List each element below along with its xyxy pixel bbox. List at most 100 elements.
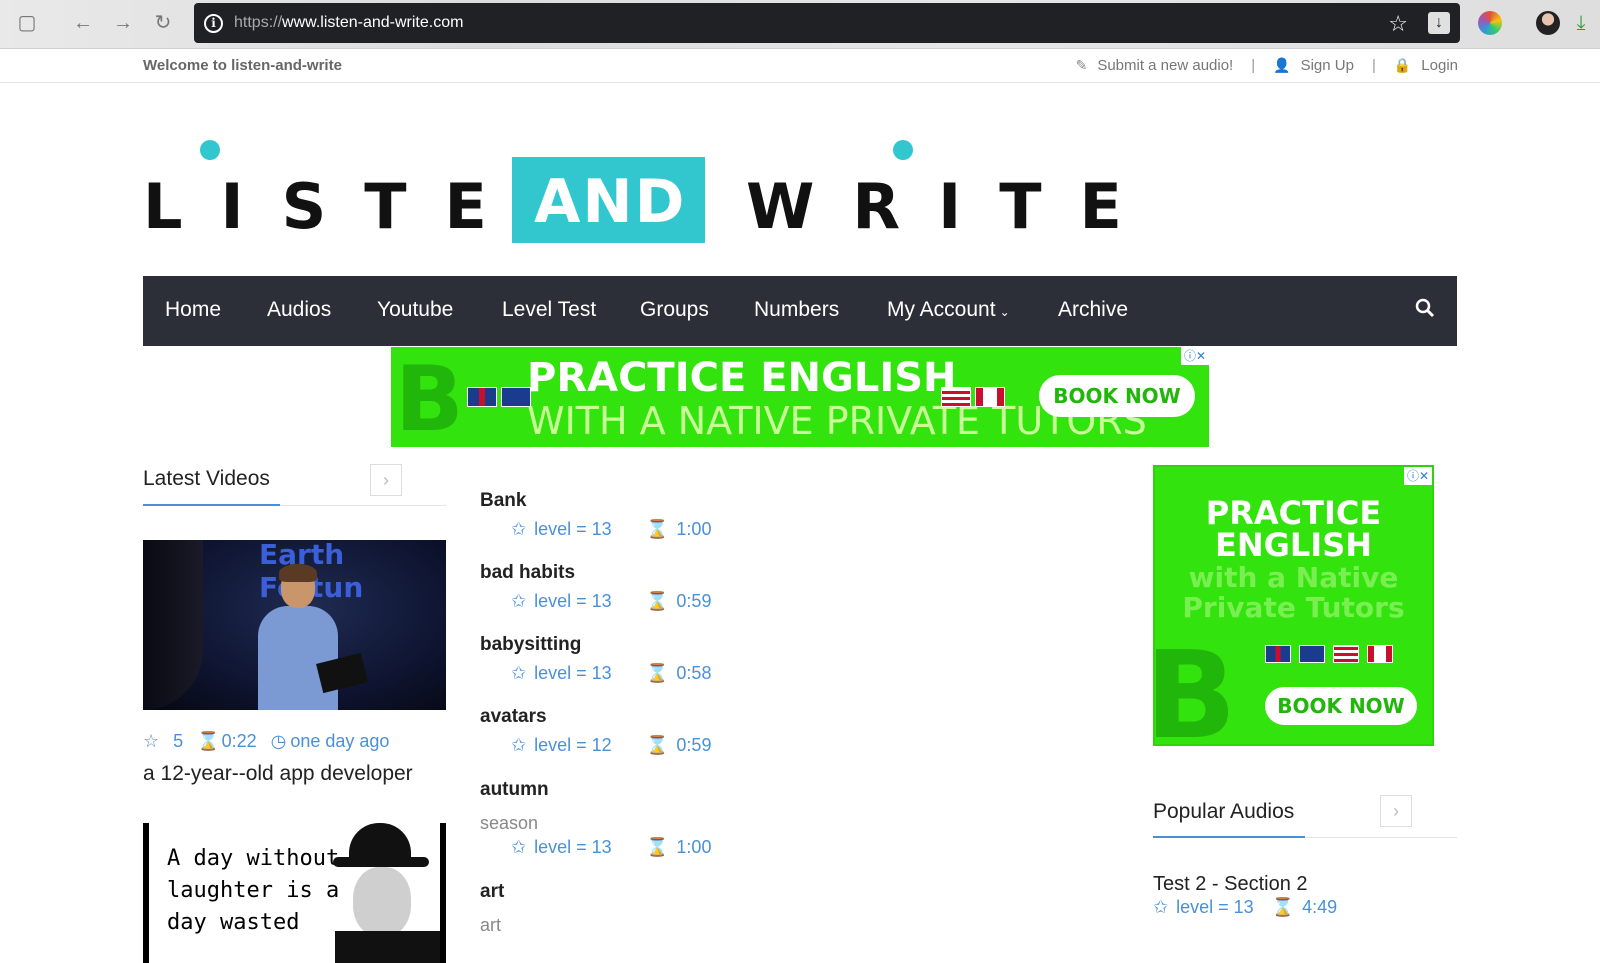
login-link[interactable]: Login <box>1421 57 1458 74</box>
popular-audio-link[interactable]: Test 2 - Section 2 <box>1153 873 1308 896</box>
site-logo[interactable]: LISTEN AND WRITE <box>143 135 1122 245</box>
submit-audio-link[interactable]: Submit a new audio! <box>1097 57 1233 74</box>
coat-shape <box>335 931 440 963</box>
video-meta: ☆ 5 ⌛ 0:22 ◷ one day ago <box>143 731 403 752</box>
uk-flag-icon <box>1265 645 1291 663</box>
audio-level: ✩ level = 13 <box>511 837 646 858</box>
ad-headline: PRACTICE ENGLISH <box>1155 497 1432 561</box>
logo-word-and: AND <box>534 167 687 237</box>
download-status-icon[interactable]: ⤓ <box>1570 12 1592 34</box>
video-thumbnail[interactable]: A day without laughter is a day wasted <box>143 823 446 963</box>
audio-title-link[interactable]: art <box>480 881 504 903</box>
audio-meta: ✩ level = 13 ⌛ 1:00 <box>511 837 711 858</box>
nav-level-test[interactable]: Level Test <box>502 298 596 322</box>
ad-headline-line: ENGLISH <box>1214 526 1373 564</box>
ad-logo-icon: B <box>395 347 464 447</box>
address-bar[interactable]: i https://www.listen-and-write.com ☆ ↓ <box>194 3 1460 43</box>
logo-word-write: WRITE <box>746 170 1160 243</box>
hat-brim <box>333 857 429 867</box>
popular-audio-duration: 4:49 <box>1302 897 1338 917</box>
sign-up-link[interactable]: Sign Up <box>1301 57 1354 74</box>
audio-level-text: level = 13 <box>534 519 612 539</box>
audio-duration: ⌛ 0:59 <box>646 591 711 612</box>
speaker-hair <box>279 564 317 582</box>
nav-my-account[interactable]: My Account ⌄ <box>887 298 1010 322</box>
hourglass-icon: ⌛ <box>197 731 220 751</box>
chevron-down-icon: ⌄ <box>999 305 1010 319</box>
download-icon[interactable]: ↓ <box>1428 12 1450 34</box>
video-title-link[interactable]: a 12-year--old app developer <box>143 762 413 786</box>
ad-subline-line: Private Tutors <box>1182 591 1405 624</box>
side-ad[interactable]: PRACTICE ENGLISH with a Native Private T… <box>1153 465 1434 746</box>
audio-subtitle: season <box>480 813 539 833</box>
extension-icon[interactable] <box>1478 11 1502 35</box>
ad-flags <box>1265 645 1401 668</box>
clock-icon: ◷ <box>270 731 287 751</box>
video-thumbnail[interactable]: Earth Fortun <box>143 540 446 710</box>
browser-toolbar: ▢ ← → ↻ i https://www.listen-and-write.c… <box>0 0 1600 49</box>
latest-videos-title: Latest Videos <box>143 467 270 490</box>
banner-ad[interactable]: B PRACTICE ENGLISH WITH A NATIVE PRIVATE… <box>391 347 1209 447</box>
hourglass-icon: ⌛ <box>646 663 669 683</box>
speaker-body <box>258 606 338 710</box>
back-icon[interactable]: ← <box>72 12 94 34</box>
video-ago: one day ago <box>290 731 390 751</box>
audio-title-link[interactable]: avatars <box>480 706 547 728</box>
nav-groups[interactable]: Groups <box>640 298 709 322</box>
audio-level-text: level = 12 <box>534 735 612 755</box>
forward-icon[interactable]: → <box>112 12 134 34</box>
audio-duration: ⌛ 1:00 <box>646 837 711 858</box>
audio-duration: ⌛ 0:58 <box>646 663 711 684</box>
nav-numbers[interactable]: Numbers <box>754 298 839 322</box>
ca-flag-icon <box>1367 645 1393 663</box>
book-now-button[interactable]: BOOK NOW <box>1265 687 1417 725</box>
url-text[interactable]: https://www.listen-and-write.com <box>234 14 463 32</box>
video-duration: 0:22 <box>221 731 257 751</box>
audio-level: ✩ level = 12 <box>511 735 646 756</box>
ad-flags <box>467 387 535 412</box>
ad-choices-icon[interactable]: ⓘ✕ <box>1403 467 1432 485</box>
audio-title-link[interactable]: babysitting <box>480 634 581 656</box>
stage-shape <box>143 540 203 710</box>
star-half-icon: ✩ <box>511 735 527 755</box>
profile-avatar[interactable] <box>1536 11 1560 35</box>
audio-level-text: level = 13 <box>534 837 612 857</box>
audio-title-link[interactable]: autumn <box>480 779 549 801</box>
audio-level: ✩ level = 13 <box>511 591 646 612</box>
audio-duration-text: 0:58 <box>676 663 712 683</box>
ad-headline-line: PRACTICE <box>1205 494 1382 532</box>
search-icon[interactable] <box>1415 298 1435 318</box>
nav-archive[interactable]: Archive <box>1058 298 1128 322</box>
popular-audio-meta: ✩ level = 13 ⌛ 4:49 <box>1153 897 1337 918</box>
book-now-button[interactable]: BOOK NOW <box>1039 375 1195 417</box>
main-navigation: Home Audios Youtube Level Test Groups Nu… <box>143 276 1457 346</box>
audio-level: ✩ level = 13 <box>511 663 646 684</box>
audio-duration-text: 0:59 <box>676 735 712 755</box>
bookmark-star-icon[interactable]: ☆ <box>1388 11 1408 37</box>
nav-youtube[interactable]: Youtube <box>377 298 453 322</box>
next-arrow-button[interactable]: › <box>1380 795 1412 827</box>
logo-dot <box>200 140 220 160</box>
audio-meta: ✩ level = 13 ⌛ 0:59 <box>511 591 711 612</box>
video-quote: A day without laughter is a day wasted <box>167 843 339 939</box>
nav-audios[interactable]: Audios <box>267 298 331 322</box>
lock-icon: 🔒 <box>1393 57 1412 73</box>
audio-duration-text: 1:00 <box>676 837 712 857</box>
hourglass-icon: ⌛ <box>646 735 669 755</box>
sidebar-toggle-icon[interactable]: ▢ <box>16 12 38 34</box>
hourglass-icon: ⌛ <box>646 591 669 611</box>
hourglass-icon: ⌛ <box>646 837 669 857</box>
audio-title-link[interactable]: Bank <box>480 490 526 512</box>
nav-home[interactable]: Home <box>165 298 221 322</box>
nav-my-account-label: My Account <box>887 298 996 321</box>
audio-meta: ✩ level = 13 ⌛ 1:00 <box>511 519 711 540</box>
divider: | <box>1371 57 1376 74</box>
user-plus-icon: 👤 <box>1273 57 1291 73</box>
ad-choices-icon[interactable]: ⓘ✕ <box>1180 347 1209 365</box>
site-info-icon[interactable]: i <box>204 14 223 33</box>
reload-icon[interactable]: ↻ <box>152 12 174 34</box>
us-flag-icon <box>1333 645 1359 663</box>
quote-line: day wasted <box>167 910 300 935</box>
next-arrow-button[interactable]: › <box>370 464 402 496</box>
audio-title-link[interactable]: bad habits <box>480 562 575 584</box>
